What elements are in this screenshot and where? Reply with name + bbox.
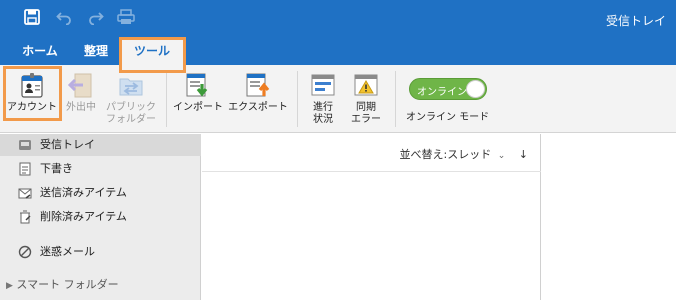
ribbon-tools: アカウント 外出中 パブリック フォルダー インポート エクスポート 進行 状況 xyxy=(0,65,676,133)
tab-tools[interactable]: ツール xyxy=(121,38,183,65)
progress-label-2: 状況 xyxy=(313,114,333,125)
ribbon-tabs: ホーム 整理 ツール xyxy=(0,38,676,65)
sort-direction-icon[interactable]: ↓ xyxy=(519,148,528,161)
import-button[interactable]: インポート xyxy=(171,65,225,114)
redo-icon[interactable] xyxy=(88,9,104,25)
account-icon xyxy=(18,71,46,99)
message-list: 並べ替え:スレッド ⌄ ↓ xyxy=(202,134,541,300)
sync-error-label-2: エラー xyxy=(351,114,381,125)
export-button[interactable]: エクスポート xyxy=(227,65,289,114)
online-mode-label: オンライン モード xyxy=(406,112,490,123)
sidebar-item-drafts[interactable]: 下書き xyxy=(0,158,201,180)
account-label: アカウント xyxy=(7,102,57,113)
sidebar-item-label: 削除済みアイテム xyxy=(40,210,127,223)
smart-folders-header[interactable]: ▶ スマート フォルダー xyxy=(6,276,119,292)
sent-icon xyxy=(18,188,32,199)
sidebar-item-label: 送信済みアイテム xyxy=(40,186,127,199)
progress-icon xyxy=(309,71,337,99)
list-divider xyxy=(202,171,541,172)
sync-error-label-1: 同期 xyxy=(356,102,376,113)
progress-button[interactable]: 進行 状況 xyxy=(303,65,343,126)
public-folders-button[interactable]: パブリック フォルダー xyxy=(102,65,160,126)
inbox-icon xyxy=(19,140,31,150)
account-button[interactable]: アカウント xyxy=(5,65,59,114)
ribbon-divider xyxy=(166,71,167,127)
undo-icon[interactable] xyxy=(56,9,72,25)
out-of-office-label: 外出中 xyxy=(66,102,96,113)
out-of-office-button[interactable]: 外出中 xyxy=(62,65,100,114)
sort-label: 並べ替え:スレッド xyxy=(399,148,492,161)
sidebar-item-label: 迷惑メール xyxy=(40,245,95,258)
chevron-right-icon: ▶ xyxy=(6,281,13,291)
import-icon xyxy=(184,71,212,99)
sidebar-item-sent[interactable]: 送信済みアイテム xyxy=(0,182,201,204)
warning-icon xyxy=(352,71,380,99)
sort-control[interactable]: 並べ替え:スレッド ⌄ ↓ xyxy=(400,146,528,162)
junk-icon xyxy=(18,245,32,259)
smart-folders-label: スマート フォルダー xyxy=(16,278,119,291)
chevron-down-icon: ⌄ xyxy=(497,151,506,161)
print-icon[interactable] xyxy=(117,9,135,25)
import-label: インポート xyxy=(173,102,223,113)
title-bar: 受信トレイ xyxy=(0,0,676,38)
sidebar-item-deleted[interactable]: 削除済みアイテム xyxy=(0,206,201,228)
ribbon-divider xyxy=(395,71,396,127)
tab-organize[interactable]: 整理 xyxy=(75,38,117,65)
out-of-office-icon xyxy=(67,71,95,99)
export-label: エクスポート xyxy=(228,102,288,113)
trash-icon xyxy=(20,210,31,224)
export-icon xyxy=(244,71,272,99)
online-mode-toggle[interactable]: オンライン xyxy=(409,78,487,100)
ribbon-divider xyxy=(297,71,298,127)
public-folder-label-2: フォルダー xyxy=(106,114,156,125)
sidebar-item-inbox[interactable]: 受信トレイ xyxy=(0,134,201,156)
toggle-knob xyxy=(466,80,485,98)
sidebar-item-label: 下書き xyxy=(40,162,73,175)
sync-error-button[interactable]: 同期 エラー xyxy=(346,65,386,126)
tab-home[interactable]: ホーム xyxy=(12,38,68,65)
sidebar-item-junk[interactable]: 迷惑メール xyxy=(0,241,201,263)
sidebar-item-label: 受信トレイ xyxy=(40,138,95,151)
save-icon[interactable] xyxy=(24,9,40,25)
reading-pane xyxy=(542,134,676,300)
window-title: 受信トレイ xyxy=(605,14,666,28)
online-toggle-text: オンライン xyxy=(417,87,467,98)
public-folder-icon xyxy=(117,71,145,99)
public-folder-label-1: パブリック xyxy=(106,102,156,113)
drafts-icon xyxy=(19,162,31,176)
progress-label-1: 進行 xyxy=(313,102,333,113)
